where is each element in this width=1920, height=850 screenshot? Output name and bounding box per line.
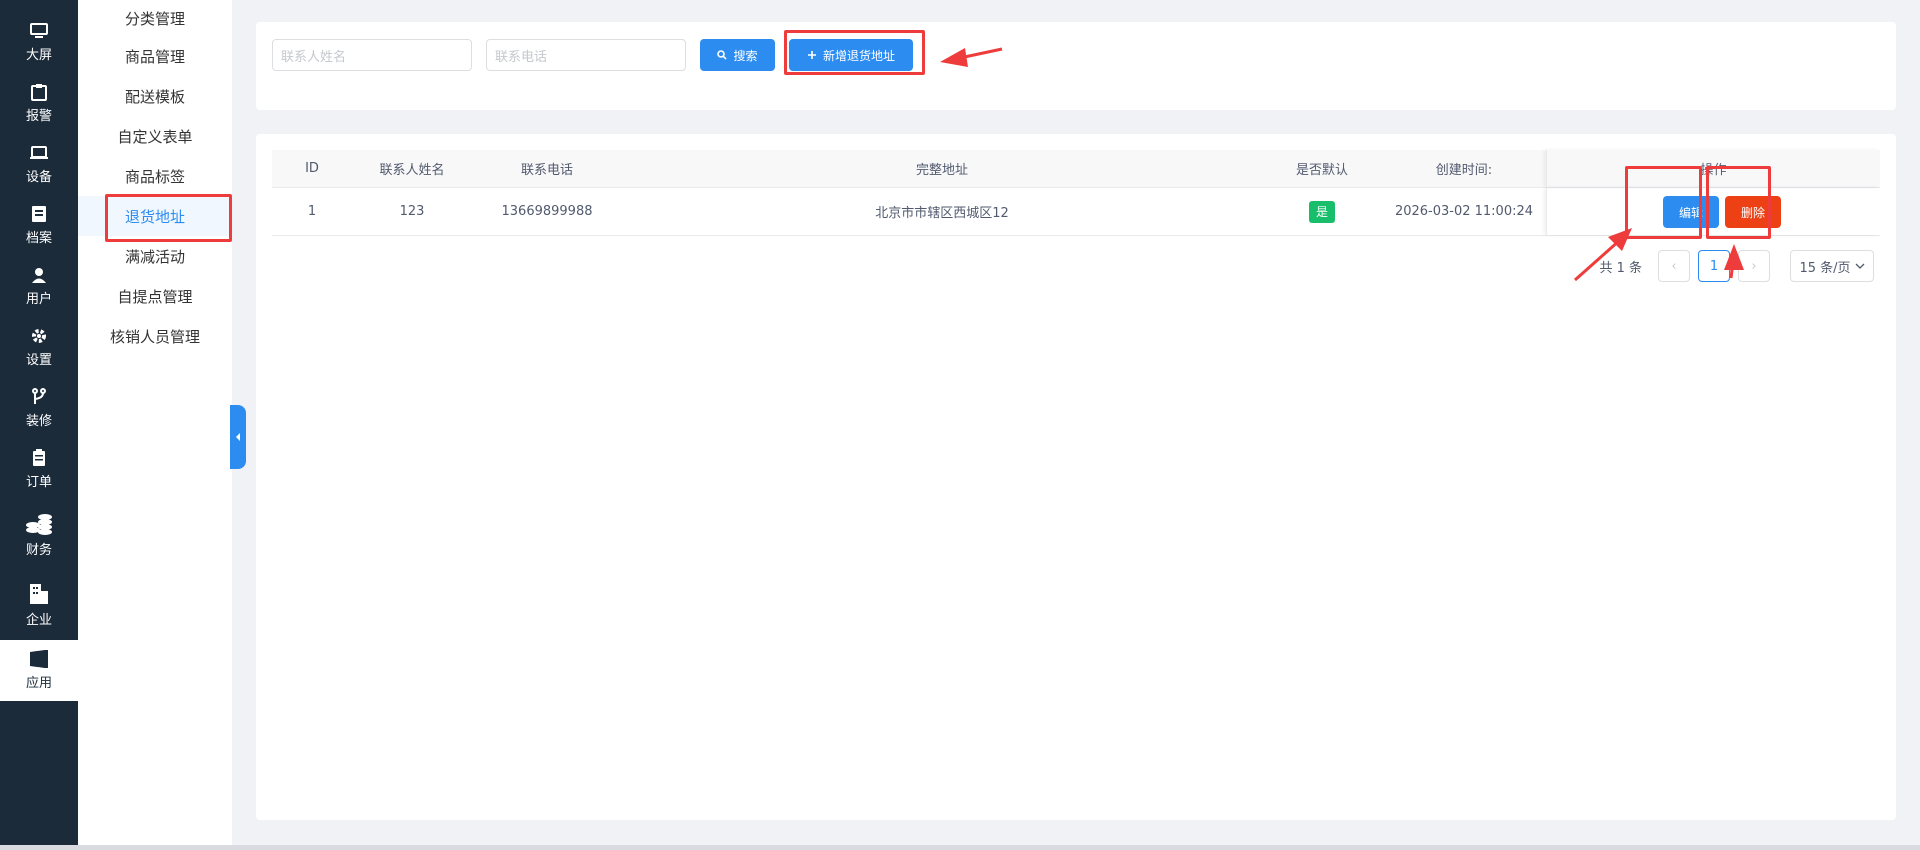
nav-item-label: 报警 bbox=[25, 109, 52, 124]
submenu-item-return-address[interactable]: 退货地址 bbox=[78, 196, 232, 236]
search-button-label: 搜索 bbox=[733, 48, 758, 63]
cell-is-default: 是 bbox=[1262, 188, 1382, 235]
nav-item-finance[interactable]: 财务 bbox=[0, 500, 78, 570]
nav-item-label: 设置 bbox=[25, 353, 52, 368]
building-icon bbox=[28, 583, 50, 605]
delete-button[interactable]: 删除 bbox=[1725, 196, 1781, 228]
cell-contact-phone: 13669899988 bbox=[501, 204, 593, 219]
header-created-time: 创建时间: bbox=[1435, 163, 1493, 178]
cell-contact-name: 123 bbox=[399, 204, 425, 219]
branch-icon bbox=[30, 388, 48, 406]
nav-item-device[interactable]: 设备 bbox=[0, 134, 78, 195]
user-icon bbox=[30, 266, 48, 284]
header-contact-name: 联系人姓名 bbox=[379, 163, 445, 178]
submenu-item-verification-staff[interactable]: 核销人员管理 bbox=[78, 316, 232, 356]
search-button[interactable]: 搜索 bbox=[700, 39, 775, 71]
header-id: ID bbox=[305, 161, 319, 176]
collapse-menu-button[interactable] bbox=[230, 405, 246, 469]
nav-item-label: 用户 bbox=[25, 292, 52, 307]
add-button-label: 新增退货地址 bbox=[822, 48, 895, 63]
file-icon bbox=[30, 205, 48, 223]
contact-phone-input[interactable]: 联系电话 bbox=[486, 39, 686, 71]
cell-full-address: 北京市市辖区西城区12 bbox=[875, 206, 1009, 221]
nav-item-user[interactable]: 用户 bbox=[0, 256, 78, 317]
submenu-item-category[interactable]: 分类管理 bbox=[78, 0, 232, 36]
order-icon bbox=[30, 449, 48, 467]
bottom-divider bbox=[0, 845, 1920, 850]
nav-item-label: 档案 bbox=[25, 231, 52, 246]
plus-icon bbox=[807, 51, 816, 59]
nav-item-label: 应用 bbox=[25, 676, 52, 691]
nav-item-label: 大屏 bbox=[25, 48, 52, 63]
header-contact-phone: 联系电话 bbox=[520, 163, 573, 178]
main-nav-sidebar: 大屏 报警 设备 档案 用户 设置 装修 订单 财务 企业 应用 bbox=[0, 0, 78, 850]
cell-actions: 编辑 删除 bbox=[1546, 188, 1880, 235]
submenu-item-delivery-template[interactable]: 配送模板 bbox=[78, 76, 232, 116]
nav-item-label: 企业 bbox=[25, 612, 52, 628]
sub-menu: 分类管理 商品管理 配送模板 自定义表单 商品标签 退货地址 满减活动 自提点管… bbox=[78, 0, 232, 850]
submenu-item-product-tags[interactable]: 商品标签 bbox=[78, 156, 232, 196]
search-card: 联系人姓名 联系电话 搜索 新增退货地址 bbox=[256, 22, 1896, 110]
return-address-table: ID 联系人姓名 联系电话 完整地址 是否默认 创建时间: 操作 1 123 1… bbox=[272, 150, 1880, 236]
monitor-icon bbox=[30, 22, 48, 40]
page-1-button[interactable]: 1 bbox=[1698, 250, 1730, 282]
nav-item-settings[interactable]: 设置 bbox=[0, 317, 78, 378]
nav-item-dashboard[interactable]: 大屏 bbox=[0, 12, 78, 73]
header-full-address: 完整地址 bbox=[915, 163, 968, 178]
nav-item-decorate[interactable]: 装修 bbox=[0, 378, 78, 439]
nav-item-label: 财务 bbox=[25, 542, 52, 558]
windows-icon bbox=[30, 650, 48, 668]
nav-item-label: 装修 bbox=[25, 414, 52, 429]
next-page-button[interactable]: › bbox=[1738, 250, 1770, 282]
page-size-select[interactable]: 15 条/页 bbox=[1790, 250, 1874, 282]
page-size-value: 15 条/页 bbox=[1799, 260, 1851, 276]
nav-item-label: 设备 bbox=[25, 170, 52, 185]
clipboard-icon bbox=[30, 83, 48, 101]
contact-name-input[interactable]: 联系人姓名 bbox=[272, 39, 472, 71]
pagination: 共 1 条 ‹ 1 › 15 条/页 bbox=[1599, 250, 1874, 282]
edit-button[interactable]: 编辑 bbox=[1663, 196, 1719, 228]
coins-icon bbox=[25, 513, 53, 535]
prev-page-button[interactable]: ‹ bbox=[1658, 250, 1690, 282]
default-status-badge: 是 bbox=[1308, 200, 1335, 223]
nav-item-label: 订单 bbox=[25, 475, 52, 490]
submenu-item-discount-campaign[interactable]: 满减活动 bbox=[78, 236, 232, 276]
table-row: 1 123 13669899988 北京市市辖区西城区12 是 2026-03-… bbox=[272, 188, 1880, 236]
nav-item-order[interactable]: 订单 bbox=[0, 439, 78, 500]
nav-item-alarm[interactable]: 报警 bbox=[0, 73, 78, 134]
header-is-default: 是否默认 bbox=[1295, 163, 1348, 178]
device-icon bbox=[30, 144, 48, 162]
chevron-left-icon bbox=[236, 433, 240, 441]
cell-id: 1 bbox=[307, 204, 317, 219]
table-card: ID 联系人姓名 联系电话 完整地址 是否默认 创建时间: 操作 1 123 1… bbox=[256, 134, 1896, 820]
nav-item-enterprise[interactable]: 企业 bbox=[0, 570, 78, 640]
nav-item-archive[interactable]: 档案 bbox=[0, 195, 78, 256]
submenu-item-custom-form[interactable]: 自定义表单 bbox=[78, 116, 232, 156]
add-return-address-button[interactable]: 新增退货地址 bbox=[789, 39, 913, 71]
nav-item-apps[interactable]: 应用 bbox=[0, 640, 78, 701]
table-header: ID 联系人姓名 联系电话 完整地址 是否默认 创建时间: 操作 bbox=[272, 150, 1880, 188]
cell-created-time: 2026-03-02 11:00:24 bbox=[1394, 204, 1534, 219]
search-icon bbox=[717, 50, 728, 60]
chevron-down-icon bbox=[1855, 263, 1864, 269]
pagination-total: 共 1 条 bbox=[1599, 260, 1642, 276]
gear-icon bbox=[30, 327, 48, 345]
submenu-item-pickup-points[interactable]: 自提点管理 bbox=[78, 276, 232, 316]
header-actions: 操作 bbox=[1546, 150, 1880, 187]
submenu-item-products[interactable]: 商品管理 bbox=[78, 36, 232, 76]
